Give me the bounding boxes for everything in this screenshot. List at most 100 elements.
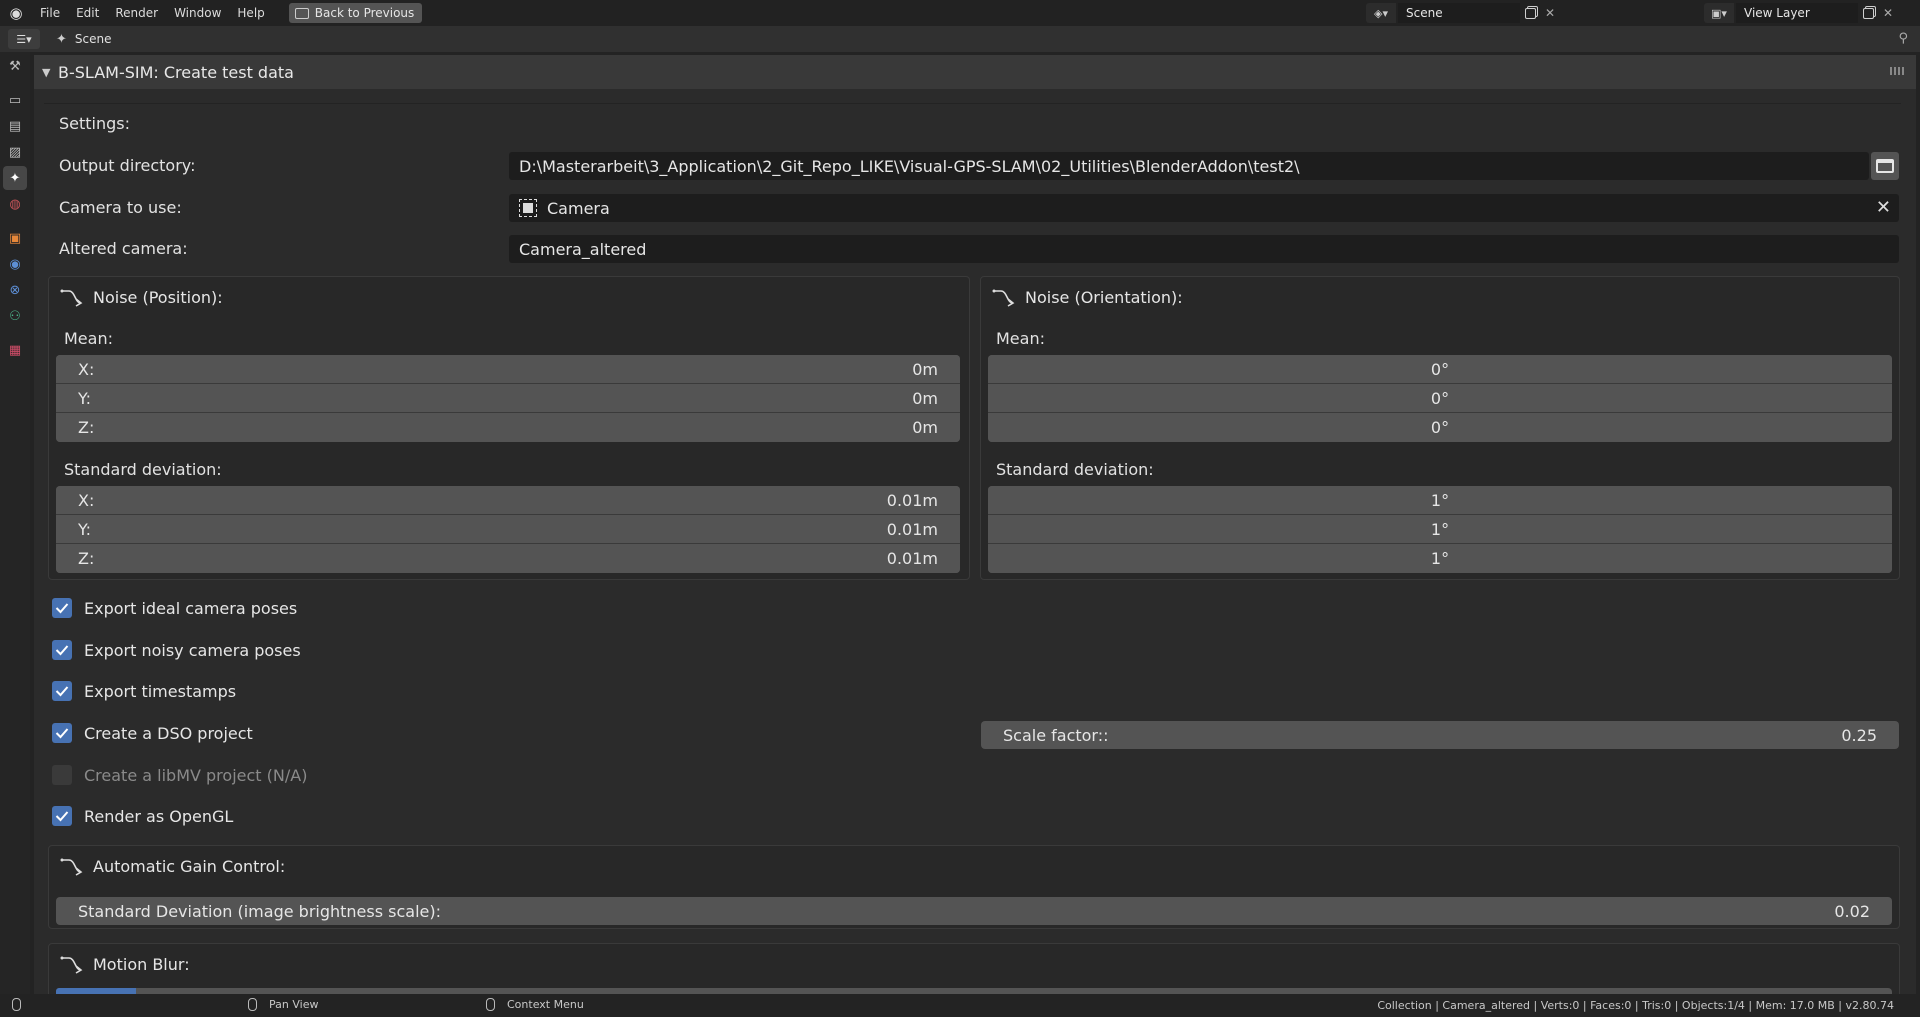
scene-name-field[interactable]: Scene bbox=[1398, 3, 1520, 23]
orientation-mean-y-field[interactable]: 0° bbox=[988, 384, 1892, 413]
checkbox-checked-icon[interactable] bbox=[52, 806, 72, 826]
orientation-mean-z-field[interactable]: 0° bbox=[988, 413, 1892, 442]
scene-browse-icon[interactable]: ◈▾ bbox=[1366, 3, 1396, 23]
camera-label: Camera to use: bbox=[59, 198, 182, 217]
orientation-std-z-field[interactable]: 1° bbox=[988, 544, 1892, 573]
agc-title-row: Automatic Gain Control: bbox=[59, 856, 285, 876]
agc-std-label: Standard Deviation (image brightness sca… bbox=[78, 901, 442, 921]
position-std-label: Standard deviation: bbox=[64, 460, 222, 479]
axis-label: X: bbox=[78, 359, 95, 379]
camera-select[interactable]: Camera ✕ bbox=[509, 194, 1899, 222]
pan-view-label: Pan View bbox=[269, 998, 319, 1011]
value: 0° bbox=[1430, 418, 1450, 437]
orientation-std-y-field[interactable]: 1° bbox=[988, 515, 1892, 544]
export-noisy-checkbox[interactable]: Export noisy camera poses bbox=[52, 640, 301, 660]
scale-factor-label: Scale factor:: bbox=[1003, 725, 1109, 745]
data-tab-icon[interactable]: ⚇ bbox=[3, 304, 27, 328]
panel-header[interactable]: ▼ B-SLAM-SIM: Create test data bbox=[34, 55, 1916, 89]
new-view-layer-button[interactable] bbox=[1858, 3, 1878, 23]
browse-folder-button[interactable] bbox=[1871, 152, 1899, 180]
view-layer-browse-icon[interactable]: ▣▾ bbox=[1704, 3, 1734, 23]
back-to-previous-label: Back to Previous bbox=[314, 6, 415, 20]
object-tab-icon[interactable]: ▣ bbox=[3, 226, 27, 250]
create-dso-checkbox[interactable]: Create a DSO project bbox=[52, 723, 253, 743]
orientation-mean-label: Mean: bbox=[996, 329, 1045, 348]
axis-label: Y: bbox=[78, 388, 92, 408]
value: 1° bbox=[1430, 490, 1450, 510]
blender-logo-icon[interactable]: ◉ bbox=[0, 0, 32, 26]
value: 0.01m bbox=[886, 549, 938, 568]
value: 1° bbox=[1430, 519, 1450, 539]
value: 0m bbox=[912, 388, 938, 408]
output-dir-input[interactable]: D:\Masterarbeit\3_Application\2_Git_Repo… bbox=[509, 152, 1869, 180]
export-ideal-label: Export ideal camera poses bbox=[84, 598, 298, 618]
motion-blur-title-row: Motion Blur: bbox=[59, 954, 190, 974]
editor-type-icon[interactable]: ☰▾ bbox=[8, 29, 40, 49]
mouse-middle-icon bbox=[248, 998, 257, 1011]
export-timestamps-checkbox[interactable]: Export timestamps bbox=[52, 681, 236, 701]
checkbox-checked-icon[interactable] bbox=[52, 723, 72, 743]
view-layer-tab-icon[interactable]: ▨ bbox=[3, 140, 27, 164]
agc-std-field[interactable]: Standard Deviation (image brightness sca… bbox=[56, 897, 1892, 925]
tool-tab-icon[interactable]: ⚒ bbox=[3, 54, 27, 78]
properties-tabs: ⚒ ▭ ▤ ▨ ✦ ◍ ▣ ◉ ⊗ ⚇ ▦ bbox=[0, 52, 30, 994]
axis-label: Z: bbox=[78, 418, 95, 437]
value: 0.01m bbox=[886, 490, 938, 510]
altered-camera-input[interactable]: Camera_altered bbox=[509, 235, 1899, 263]
delete-view-layer-icon[interactable]: ✕ bbox=[1878, 3, 1898, 23]
camera-object-icon bbox=[519, 199, 537, 217]
scene-tab-icon[interactable]: ✦ bbox=[3, 166, 27, 190]
noise-curve-icon bbox=[991, 287, 1015, 307]
position-std-z-field[interactable]: Z: 0.01m bbox=[56, 544, 960, 573]
status-info: Collection | Camera_altered | Verts:0 | … bbox=[1377, 999, 1894, 1012]
world-tab-icon[interactable]: ◍ bbox=[3, 192, 27, 216]
mouse-right-icon bbox=[486, 998, 495, 1011]
render-tab-icon[interactable]: ▭ bbox=[3, 88, 27, 112]
noise-position-title: Noise (Position): bbox=[93, 287, 223, 307]
clear-camera-icon[interactable]: ✕ bbox=[1876, 197, 1891, 218]
orientation-std-label: Standard deviation: bbox=[996, 460, 1154, 479]
collapse-arrow-icon[interactable]: ▼ bbox=[42, 66, 58, 79]
pin-icon[interactable]: ⚲ bbox=[1898, 31, 1908, 46]
new-scene-button[interactable] bbox=[1520, 3, 1540, 23]
menu-help[interactable]: Help bbox=[229, 0, 272, 26]
menu-window[interactable]: Window bbox=[166, 0, 229, 26]
drag-grip-icon[interactable] bbox=[1890, 67, 1904, 75]
copy-icon bbox=[1524, 7, 1536, 19]
constraints-tab-icon[interactable]: ⊗ bbox=[3, 278, 27, 302]
value: 0° bbox=[1430, 388, 1450, 408]
back-to-previous-button[interactable]: Back to Previous bbox=[288, 3, 423, 23]
position-mean-y-field[interactable]: Y: 0m bbox=[56, 384, 960, 413]
status-mouse-icon bbox=[12, 998, 33, 1011]
position-std-y-field[interactable]: Y: 0.01m bbox=[56, 515, 960, 544]
output-tab-icon[interactable]: ▤ bbox=[3, 114, 27, 138]
view-layer-name-field[interactable]: View Layer bbox=[1736, 3, 1858, 23]
scale-factor-field[interactable]: Scale factor:: 0.25 bbox=[981, 721, 1899, 749]
orientation-std-x-field[interactable]: 1° bbox=[988, 486, 1892, 515]
export-timestamps-label: Export timestamps bbox=[84, 681, 237, 701]
axis-label: Z: bbox=[78, 549, 95, 568]
position-mean-z-field[interactable]: Z: 0m bbox=[56, 413, 960, 442]
checkbox-checked-icon[interactable] bbox=[52, 681, 72, 701]
create-libmv-checkbox: Create a libMV project (N/A) bbox=[52, 765, 307, 785]
status-pan-view: Pan View bbox=[248, 998, 318, 1011]
render-opengl-checkbox[interactable]: Render as OpenGL bbox=[52, 806, 233, 826]
position-std-x-field[interactable]: X: 0.01m bbox=[56, 486, 960, 515]
altered-camera-label: Altered camera: bbox=[59, 239, 188, 258]
export-ideal-checkbox[interactable]: Export ideal camera poses bbox=[52, 598, 297, 618]
output-dir-label: Output directory: bbox=[59, 156, 196, 175]
breadcrumb: Scene bbox=[74, 32, 112, 46]
noise-position-box: Noise (Position): Mean: X: 0m Y: 0m Z: 0m S… bbox=[48, 276, 970, 580]
delete-scene-icon[interactable]: ✕ bbox=[1540, 3, 1560, 23]
menu-edit[interactable]: Edit bbox=[68, 0, 107, 26]
orientation-mean-x-field[interactable]: 0° bbox=[988, 355, 1892, 384]
checkbox-checked-icon[interactable] bbox=[52, 640, 72, 660]
physics-tab-icon[interactable]: ◉ bbox=[3, 252, 27, 276]
position-mean-x-field[interactable]: X: 0m bbox=[56, 355, 960, 384]
checkbox-checked-icon[interactable] bbox=[52, 598, 72, 618]
texture-tab-icon[interactable]: ▦ bbox=[3, 338, 27, 362]
screen-icon bbox=[294, 7, 309, 19]
menu-file[interactable]: File bbox=[32, 0, 68, 26]
position-std-group: X: 0.01m Y: 0.01m Z: 0.01m bbox=[56, 486, 960, 573]
menu-render[interactable]: Render bbox=[107, 0, 166, 26]
